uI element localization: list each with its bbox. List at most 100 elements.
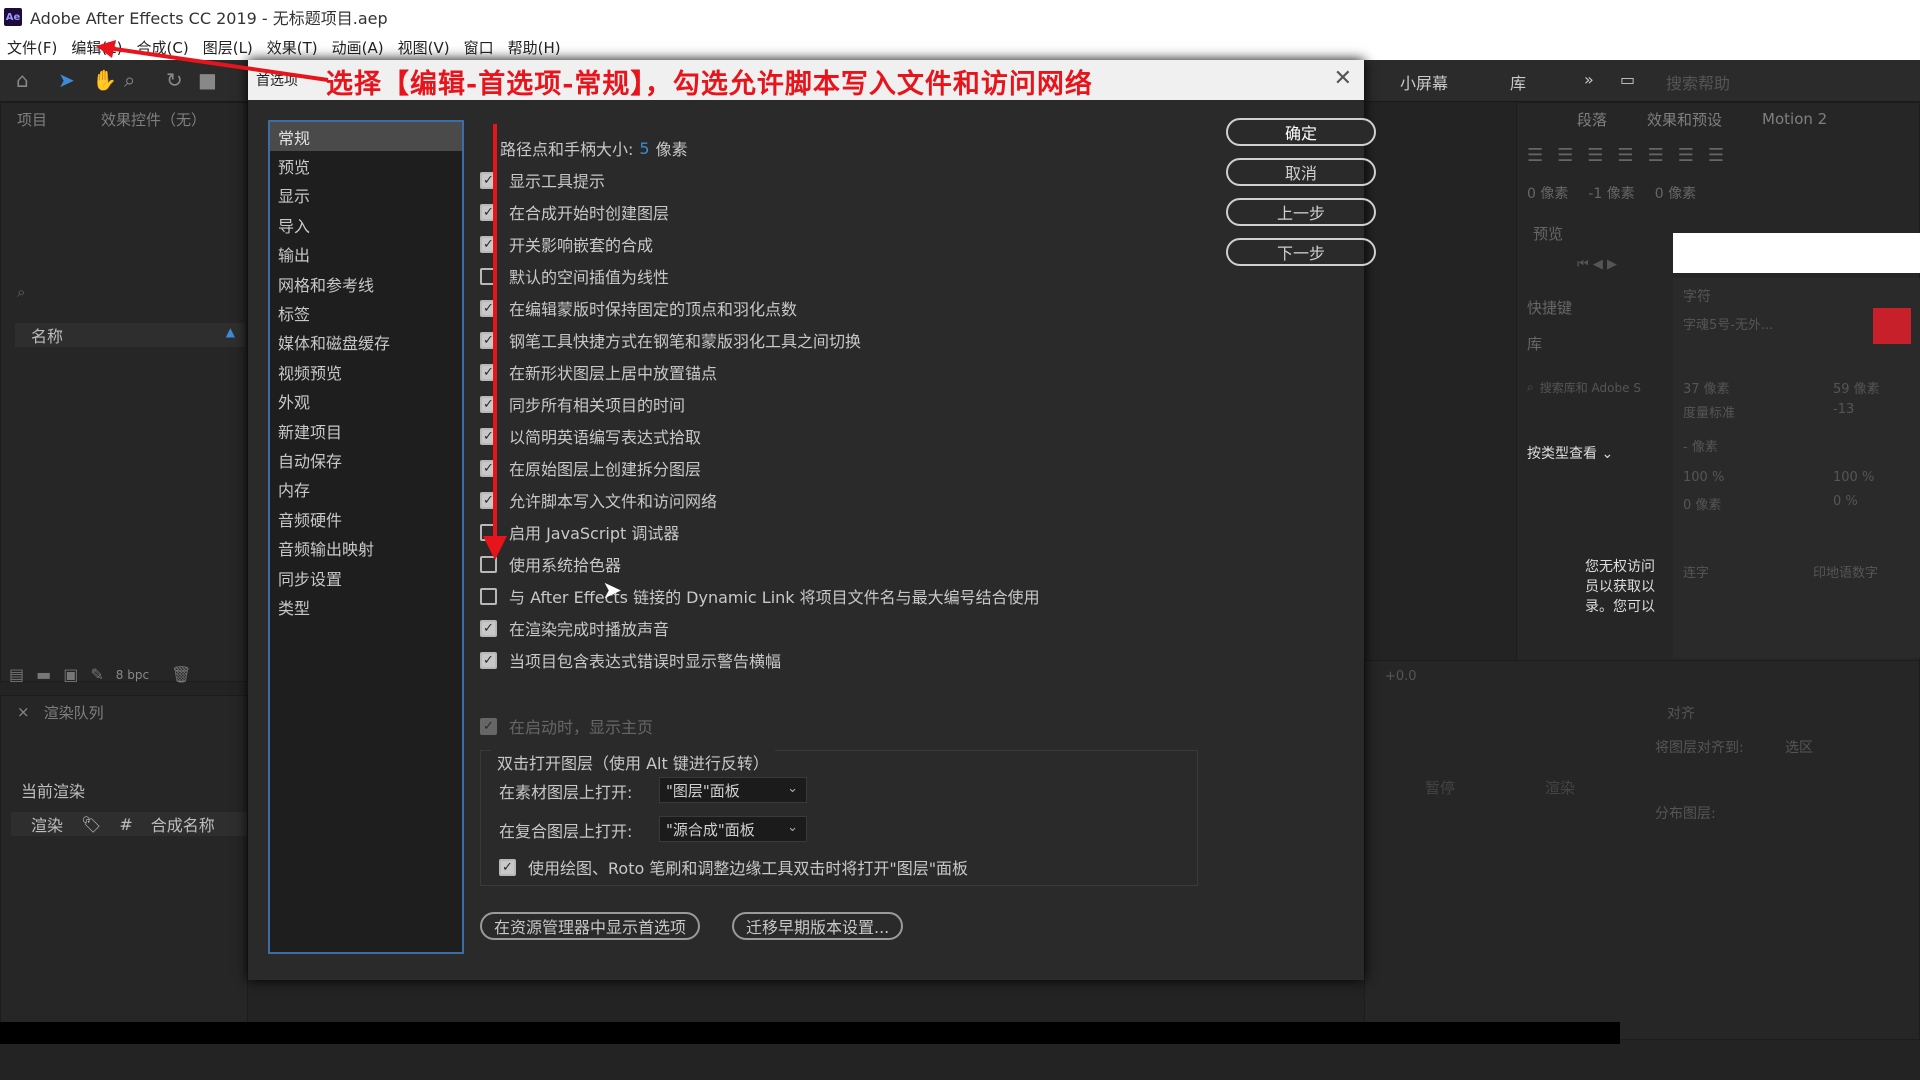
- workspace-small-screen[interactable]: 小屏幕: [1400, 70, 1448, 94]
- tab-shortcut[interactable]: 快捷键: [1527, 297, 1572, 318]
- horizontal-scale[interactable]: 100 %: [1833, 470, 1874, 485]
- general-option[interactable]: ✓ 在原始图层上创建拆分图层: [480, 456, 701, 480]
- next-button[interactable]: 下一步: [1226, 238, 1376, 266]
- workspace-library[interactable]: 库: [1510, 70, 1526, 94]
- general-option[interactable]: 与 After Effects 链接的 Dynamic Link 将项目文件名与…: [480, 584, 1040, 608]
- ok-button[interactable]: 确定: [1226, 118, 1376, 146]
- project-search-icon[interactable]: ⌕: [17, 283, 25, 301]
- justify-all-icon[interactable]: ☰: [1708, 145, 1724, 166]
- tab-project[interactable]: 项目: [17, 109, 47, 130]
- name-column-header[interactable]: 名称 ▲: [15, 323, 245, 347]
- option-checkbox[interactable]: ✓: [480, 619, 497, 637]
- category-grids-guides[interactable]: 网格和参考线: [270, 269, 462, 298]
- menu-file[interactable]: 文件(F): [0, 37, 64, 58]
- category-video-preview[interactable]: 视频预览: [270, 357, 462, 386]
- category-output[interactable]: 输出: [270, 240, 462, 269]
- tab-render-queue[interactable]: 渲染队列: [44, 702, 104, 723]
- paint-option[interactable]: ✓ 使用绘图、Roto 笔刷和调整边缘工具双击时将打开"图层"面板: [499, 855, 968, 879]
- preview-controls-icon[interactable]: ⏮ ◀ ▶: [1577, 257, 1617, 272]
- sort-up-icon[interactable]: ▲: [226, 325, 235, 339]
- category-import[interactable]: 导入: [270, 210, 462, 239]
- pause-button[interactable]: 暂停: [1425, 777, 1455, 798]
- general-option[interactable]: ✓ 在渲染完成时播放声音: [480, 616, 669, 640]
- justify-center-icon[interactable]: ☰: [1648, 145, 1664, 166]
- general-option[interactable]: ✓ 允许脚本写入文件和访问网络: [480, 488, 717, 512]
- justify-left-icon[interactable]: ☰: [1617, 145, 1633, 166]
- category-display[interactable]: 显示: [270, 181, 462, 210]
- hindi-digits-checkbox[interactable]: 印地语数字: [1813, 562, 1878, 581]
- ligature-checkbox[interactable]: 连字: [1683, 562, 1709, 581]
- menu-view[interactable]: 视图(V): [391, 37, 457, 58]
- tab-motion2[interactable]: Motion 2: [1762, 110, 1827, 128]
- general-option[interactable]: ✓ 钢笔工具快捷方式在钢笔和蒙版羽化工具之间切换: [480, 328, 861, 352]
- indent-left[interactable]: 0 像素: [1527, 183, 1568, 203]
- reveal-preferences-button[interactable]: 在资源管理器中显示首选项: [480, 912, 701, 940]
- paint-option-checkbox[interactable]: ✓: [499, 858, 516, 876]
- close-icon[interactable]: ×: [17, 703, 30, 721]
- category-labels[interactable]: 标签: [270, 298, 462, 327]
- new-comp-icon[interactable]: ▣: [63, 665, 78, 684]
- category-general[interactable]: 常规: [270, 122, 462, 152]
- fill-color-swatch[interactable]: [1873, 308, 1911, 344]
- align-to-select[interactable]: 选区: [1785, 737, 1813, 757]
- stroke-width[interactable]: - 像素: [1683, 436, 1718, 455]
- cancel-button[interactable]: 取消: [1226, 158, 1376, 186]
- category-appearance[interactable]: 外观: [270, 387, 462, 416]
- general-option[interactable]: ✓ 在编辑蒙版时保持固定的顶点和羽化点数: [480, 296, 797, 320]
- general-option[interactable]: ✓ 同步所有相关项目的时间: [480, 392, 685, 416]
- pen-icon[interactable]: ✎: [90, 665, 103, 684]
- option-checkbox[interactable]: ✓: [480, 651, 497, 669]
- justify-right-icon[interactable]: ☰: [1678, 145, 1694, 166]
- tab-character[interactable]: 字符: [1683, 286, 1711, 306]
- menu-animation[interactable]: 动画(A): [325, 37, 391, 58]
- tab-paragraph[interactable]: 段落: [1577, 109, 1607, 130]
- interpret-footage-icon[interactable]: ▤: [9, 665, 24, 684]
- previous-button[interactable]: 上一步: [1226, 198, 1376, 226]
- category-preview[interactable]: 预览: [270, 151, 462, 180]
- tab-align[interactable]: 对齐: [1667, 703, 1695, 723]
- render-button[interactable]: 渲染: [1545, 777, 1575, 798]
- tab-effects-presets[interactable]: 效果和预设: [1647, 109, 1722, 130]
- font-size[interactable]: 37 像素: [1683, 378, 1730, 397]
- general-option[interactable]: ✓ 以简明英语编写表达式拾取: [480, 424, 701, 448]
- tsume[interactable]: 0 %: [1833, 494, 1858, 509]
- library-search-input[interactable]: 搜索库和 Adobe S: [1540, 379, 1641, 396]
- tab-effect-controls[interactable]: 效果控件（无）: [101, 109, 206, 130]
- migrate-settings-button[interactable]: 迁移早期版本设置...: [732, 912, 904, 940]
- search-box-icon[interactable]: ▭: [1620, 70, 1635, 89]
- align-left-icon[interactable]: ☰: [1527, 145, 1543, 166]
- indent-right[interactable]: 0 像素: [1655, 183, 1696, 203]
- home-icon[interactable]: ⌂: [16, 68, 29, 92]
- tab-libraries[interactable]: 库: [1527, 333, 1542, 354]
- footage-open-select[interactable]: "图层"面板 ⌄: [659, 777, 807, 803]
- view-by-type[interactable]: 按类型查看 ⌄: [1527, 443, 1613, 463]
- category-new-project[interactable]: 新建项目: [270, 416, 462, 445]
- library-search[interactable]: ⌕ 搜索库和 Adobe S: [1527, 373, 1667, 401]
- indent-first[interactable]: -1 像素: [1588, 183, 1634, 203]
- category-audio-hardware[interactable]: 音频硬件: [270, 504, 462, 533]
- category-memory[interactable]: 内存: [270, 475, 462, 504]
- category-sync[interactable]: 同步设置: [270, 563, 462, 592]
- menu-window[interactable]: 窗口: [457, 37, 501, 58]
- col-comp-name[interactable]: 合成名称: [151, 812, 215, 836]
- align-center-icon[interactable]: ☰: [1557, 145, 1573, 166]
- font-select[interactable]: 字魂5号-无外...: [1683, 314, 1833, 338]
- general-option[interactable]: ✓ 当项目包含表达式错误时显示警告横幅: [480, 648, 781, 672]
- selection-tool-icon[interactable]: ➤: [58, 68, 75, 92]
- vertical-scale[interactable]: 100 %: [1683, 470, 1724, 485]
- align-right-icon[interactable]: ☰: [1587, 145, 1603, 166]
- category-type[interactable]: 类型: [270, 592, 462, 621]
- category-audio-output[interactable]: 音频输出映射: [270, 533, 462, 562]
- path-size-value[interactable]: 5: [639, 139, 649, 158]
- general-option[interactable]: ✓ 在新形状图层上居中放置锚点: [480, 360, 717, 384]
- comp-open-select[interactable]: "源合成"面板 ⌄: [659, 816, 807, 842]
- menu-help[interactable]: 帮助(H): [501, 37, 568, 58]
- col-number[interactable]: #: [119, 815, 132, 834]
- label-icon[interactable]: 🏷: [81, 815, 101, 834]
- category-media-cache[interactable]: 媒体和磁盘缓存: [270, 328, 462, 357]
- bpc-label[interactable]: 8 bpc: [116, 668, 149, 682]
- option-checkbox[interactable]: [480, 587, 497, 605]
- tab-preview[interactable]: 预览: [1533, 223, 1563, 244]
- kerning-metric[interactable]: 度量标准: [1683, 402, 1735, 421]
- category-auto-save[interactable]: 自动保存: [270, 445, 462, 474]
